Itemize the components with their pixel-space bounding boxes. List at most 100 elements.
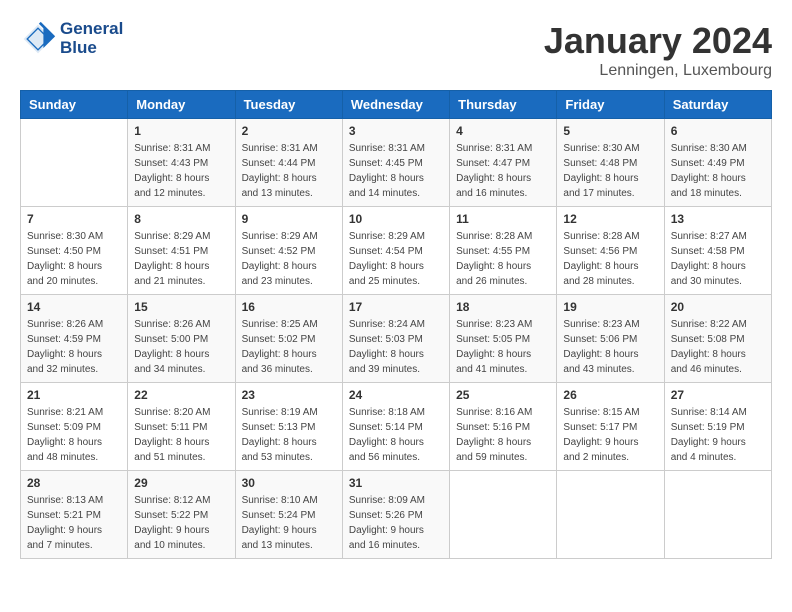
day-info: Sunrise: 8:27 AM Sunset: 4:58 PM Dayligh… [671,229,765,289]
day-number: 19 [563,300,657,314]
calendar-cell: 7 Sunrise: 8:30 AM Sunset: 4:50 PM Daylig… [21,207,128,295]
calendar-cell: 1 Sunrise: 8:31 AM Sunset: 4:43 PM Daylig… [128,119,235,207]
day-info: Sunrise: 8:31 AM Sunset: 4:45 PM Dayligh… [349,141,443,201]
calendar-week-row: 14 Sunrise: 8:26 AM Sunset: 4:59 PM Dayli… [21,295,772,383]
calendar-cell: 10 Sunrise: 8:29 AM Sunset: 4:54 PM Dayli… [342,207,449,295]
day-info: Sunrise: 8:18 AM Sunset: 5:14 PM Dayligh… [349,405,443,465]
logo-line1: General [60,20,123,39]
calendar-cell [557,471,664,559]
calendar-cell: 19 Sunrise: 8:23 AM Sunset: 5:06 PM Dayli… [557,295,664,383]
calendar-week-row: 1 Sunrise: 8:31 AM Sunset: 4:43 PM Daylig… [21,119,772,207]
calendar-cell: 5 Sunrise: 8:30 AM Sunset: 4:48 PM Daylig… [557,119,664,207]
calendar-table: SundayMondayTuesdayWednesdayThursdayFrid… [20,90,772,559]
calendar-cell: 12 Sunrise: 8:28 AM Sunset: 4:56 PM Dayli… [557,207,664,295]
weekday-header: Monday [128,91,235,119]
month-title: January 2024 [544,20,772,62]
day-info: Sunrise: 8:09 AM Sunset: 5:26 PM Dayligh… [349,493,443,553]
calendar-cell: 4 Sunrise: 8:31 AM Sunset: 4:47 PM Daylig… [450,119,557,207]
weekday-header: Friday [557,91,664,119]
day-info: Sunrise: 8:26 AM Sunset: 4:59 PM Dayligh… [27,317,121,377]
calendar-cell: 11Sunrise: 8:28 AM Sunset: 4:55 PM Dayli… [450,207,557,295]
day-number: 31 [349,476,443,490]
day-number: 8 [134,212,228,226]
day-info: Sunrise: 8:29 AM Sunset: 4:52 PM Dayligh… [242,229,336,289]
calendar-cell: 20 Sunrise: 8:22 AM Sunset: 5:08 PM Dayli… [664,295,771,383]
day-info: Sunrise: 8:30 AM Sunset: 4:48 PM Dayligh… [563,141,657,201]
calendar-cell: 2Sunrise: 8:31 AM Sunset: 4:44 PM Daylig… [235,119,342,207]
day-info: Sunrise: 8:22 AM Sunset: 5:08 PM Dayligh… [671,317,765,377]
day-number: 28 [27,476,121,490]
day-number: 5 [563,124,657,138]
calendar-cell: 17Sunrise: 8:24 AM Sunset: 5:03 PM Dayli… [342,295,449,383]
calendar-cell: 21 Sunrise: 8:21 AM Sunset: 5:09 PM Dayli… [21,383,128,471]
calendar-body: 1 Sunrise: 8:31 AM Sunset: 4:43 PM Daylig… [21,119,772,559]
day-info: Sunrise: 8:30 AM Sunset: 4:50 PM Dayligh… [27,229,121,289]
calendar-cell: 9 Sunrise: 8:29 AM Sunset: 4:52 PM Daylig… [235,207,342,295]
calendar-cell: 22 Sunrise: 8:20 AM Sunset: 5:11 PM Dayli… [128,383,235,471]
day-info: Sunrise: 8:21 AM Sunset: 5:09 PM Dayligh… [27,405,121,465]
day-info: Sunrise: 8:28 AM Sunset: 4:56 PM Dayligh… [563,229,657,289]
day-number: 16 [242,300,336,314]
day-number: 27 [671,388,765,402]
weekday-header: Saturday [664,91,771,119]
weekday-header: Sunday [21,91,128,119]
day-info: Sunrise: 8:19 AM Sunset: 5:13 PM Dayligh… [242,405,336,465]
day-number: 23 [242,388,336,402]
day-number: 18 [456,300,550,314]
day-number: 22 [134,388,228,402]
calendar-cell: 31 Sunrise: 8:09 AM Sunset: 5:26 PM Dayli… [342,471,449,559]
weekday-header: Thursday [450,91,557,119]
logo-icon [20,21,56,57]
day-number: 24 [349,388,443,402]
calendar-week-row: 7 Sunrise: 8:30 AM Sunset: 4:50 PM Daylig… [21,207,772,295]
logo: General Blue [20,20,123,57]
day-number: 10 [349,212,443,226]
calendar-cell: 3Sunrise: 8:31 AM Sunset: 4:45 PM Daylig… [342,119,449,207]
day-number: 7 [27,212,121,226]
day-number: 2 [242,124,336,138]
day-number: 26 [563,388,657,402]
day-info: Sunrise: 8:15 AM Sunset: 5:17 PM Dayligh… [563,405,657,465]
calendar-cell: 30 Sunrise: 8:10 AM Sunset: 5:24 PM Dayli… [235,471,342,559]
calendar-cell: 26 Sunrise: 8:15 AM Sunset: 5:17 PM Dayli… [557,383,664,471]
calendar-cell: 24 Sunrise: 8:18 AM Sunset: 5:14 PM Dayli… [342,383,449,471]
day-info: Sunrise: 8:31 AM Sunset: 4:43 PM Dayligh… [134,141,228,201]
day-number: 30 [242,476,336,490]
day-info: Sunrise: 8:31 AM Sunset: 4:47 PM Dayligh… [456,141,550,201]
title-block: January 2024 Lenningen, Luxembourg [544,20,772,80]
calendar-cell: 15Sunrise: 8:26 AM Sunset: 5:00 PM Dayli… [128,295,235,383]
logo-line2: Blue [60,39,123,58]
day-info: Sunrise: 8:20 AM Sunset: 5:11 PM Dayligh… [134,405,228,465]
calendar-cell: 25Sunrise: 8:16 AM Sunset: 5:16 PM Dayli… [450,383,557,471]
day-number: 9 [242,212,336,226]
calendar-cell: 16 Sunrise: 8:25 AM Sunset: 5:02 PM Dayli… [235,295,342,383]
day-info: Sunrise: 8:10 AM Sunset: 5:24 PM Dayligh… [242,493,336,553]
calendar-week-row: 21 Sunrise: 8:21 AM Sunset: 5:09 PM Dayli… [21,383,772,471]
day-number: 20 [671,300,765,314]
calendar-cell: 29Sunrise: 8:12 AM Sunset: 5:22 PM Dayli… [128,471,235,559]
calendar-cell [664,471,771,559]
calendar-cell: 6Sunrise: 8:30 AM Sunset: 4:49 PM Daylig… [664,119,771,207]
day-number: 13 [671,212,765,226]
day-info: Sunrise: 8:28 AM Sunset: 4:55 PM Dayligh… [456,229,550,289]
page-header: General Blue January 2024 Lenningen, Lux… [20,20,772,80]
weekday-header: Tuesday [235,91,342,119]
calendar-cell: 8Sunrise: 8:29 AM Sunset: 4:51 PM Daylig… [128,207,235,295]
day-number: 25 [456,388,550,402]
calendar-cell [21,119,128,207]
calendar-cell [450,471,557,559]
day-number: 17 [349,300,443,314]
day-number: 21 [27,388,121,402]
day-number: 12 [563,212,657,226]
day-number: 1 [134,124,228,138]
day-number: 14 [27,300,121,314]
day-info: Sunrise: 8:25 AM Sunset: 5:02 PM Dayligh… [242,317,336,377]
calendar-cell: 27Sunrise: 8:14 AM Sunset: 5:19 PM Dayli… [664,383,771,471]
day-info: Sunrise: 8:23 AM Sunset: 5:06 PM Dayligh… [563,317,657,377]
day-number: 4 [456,124,550,138]
day-number: 29 [134,476,228,490]
calendar-cell: 23 Sunrise: 8:19 AM Sunset: 5:13 PM Dayli… [235,383,342,471]
day-info: Sunrise: 8:29 AM Sunset: 4:54 PM Dayligh… [349,229,443,289]
location: Lenningen, Luxembourg [544,62,772,80]
calendar-cell: 14 Sunrise: 8:26 AM Sunset: 4:59 PM Dayli… [21,295,128,383]
